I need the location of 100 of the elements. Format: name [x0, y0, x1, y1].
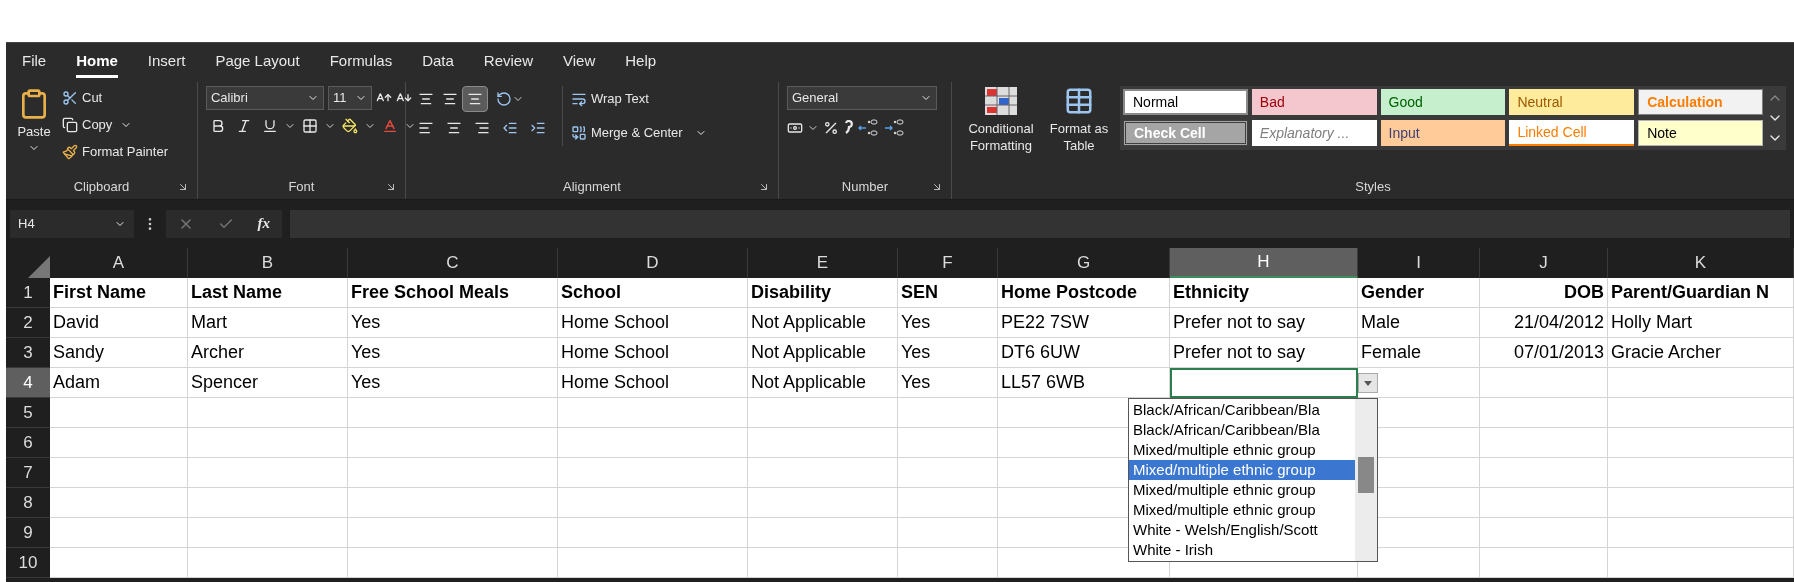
ribbon-tab[interactable]: File [22, 47, 47, 78]
align-right-icon[interactable] [473, 120, 490, 136]
table-cell: Adam [50, 368, 188, 398]
cell-style-tile[interactable]: Note [1638, 120, 1763, 146]
table-cell: Not Applicable [748, 368, 898, 398]
table-cell: Prefer not to say [1170, 308, 1358, 338]
wrap-text-button[interactable]: Wrap Text [570, 86, 707, 112]
column-header[interactable]: H [1170, 248, 1358, 278]
cell-style-tile[interactable]: Bad [1251, 89, 1377, 115]
merge-icon [570, 125, 587, 141]
table-cell: Last Name [188, 278, 348, 308]
table-cell: PE22 7SW [998, 308, 1170, 338]
ribbon-tab[interactable]: Review [483, 47, 533, 78]
paste-button[interactable]: Paste [14, 86, 54, 164]
name-box[interactable]: H4 [10, 209, 134, 238]
orientation-icon[interactable] [495, 91, 512, 107]
percent-icon[interactable] [822, 120, 839, 136]
increase-decimal-icon [856, 118, 879, 138]
group-label: Number [841, 178, 889, 197]
conditional-formatting-button[interactable]: Conditional Formatting [960, 86, 1042, 154]
merge-center-button[interactable]: Merge & Center [570, 120, 707, 146]
table-cell: Female [1358, 338, 1480, 368]
ribbon-tab[interactable]: Home [76, 47, 118, 78]
decrease-indent-icon[interactable] [501, 120, 518, 136]
dropdown-option[interactable]: Black/African/Caribbean/Bla [1129, 400, 1355, 420]
accounting-format-icon[interactable] [786, 120, 803, 136]
dropdown-arrow-button[interactable] [1358, 373, 1378, 393]
ribbon-tab[interactable]: View [563, 47, 596, 78]
row-header[interactable]: 4 [6, 368, 50, 398]
table-cell: Yes [348, 308, 558, 338]
fill-color-icon[interactable] [341, 118, 358, 134]
vertical-align-icon [441, 91, 458, 107]
insert-function-button[interactable]: fx [257, 212, 271, 235]
table-cell: Yes [898, 368, 998, 398]
table-cell: Yes [348, 368, 558, 398]
table-cell: Holly Mart [1608, 308, 1794, 338]
ribbon-tab[interactable]: Help [625, 47, 657, 78]
comma-style-icon[interactable] [842, 120, 853, 136]
dropdown-option[interactable]: Mixed/multiple ethnic group [1129, 460, 1355, 480]
copy-button[interactable]: Copy [62, 113, 168, 137]
table-cell: Home School [558, 368, 748, 398]
vertical-align-button[interactable] [461, 86, 488, 112]
table-cell: Spencer [188, 368, 348, 398]
cell-style-tile[interactable]: Input [1380, 120, 1506, 146]
increase-indent-icon[interactable] [529, 120, 546, 136]
cell-style-tile[interactable]: Explanatory ... [1251, 120, 1377, 146]
scissors-icon [62, 90, 78, 106]
table-cell: 07/01/2013 [1480, 338, 1608, 368]
align-center-icon[interactable] [445, 120, 462, 136]
table-cell: Home School [558, 308, 748, 338]
dropdown-option[interactable]: White - Welsh/English/Scott [1129, 520, 1355, 540]
table-cell: Male [1358, 308, 1480, 338]
vertical-align-icon [417, 91, 434, 107]
table-cell: Ethnicity [1170, 278, 1358, 308]
group-label: Styles [1355, 178, 1391, 197]
dropdown-option[interactable]: Mixed/multiple ethnic group [1129, 500, 1355, 520]
dropdown-option[interactable]: Black/African/Caribbean/Bla [1129, 420, 1355, 440]
dropdown-option[interactable]: White - Irish [1129, 540, 1355, 560]
table-cell: Gender [1358, 278, 1480, 308]
dropdown-option[interactable]: Mixed/multiple ethnic group [1129, 440, 1355, 460]
ribbon-tab[interactable]: Insert [147, 47, 186, 78]
format-painter-button[interactable]: Format Painter [62, 140, 168, 164]
table-cell: LL57 6WB [998, 368, 1170, 398]
cell-style-tile[interactable]: Good [1380, 89, 1506, 115]
table-cell: Home School [558, 338, 748, 368]
cell-style-tile[interactable]: Normal [1123, 89, 1248, 115]
table-cell: Prefer not to say [1170, 338, 1358, 368]
table-cell: David [50, 308, 188, 338]
font-size-dropdown[interactable]: 11 [327, 86, 372, 110]
select-all-corner-icon[interactable] [28, 256, 50, 278]
table-cell: First Name [50, 278, 188, 308]
ribbon-tab[interactable]: Page Layout [215, 47, 300, 78]
table-cell: SEN [898, 278, 998, 308]
table-cell: Gracie Archer [1608, 338, 1794, 368]
table-cell: Yes [898, 338, 998, 368]
cell-style-tile[interactable]: Neutral [1509, 89, 1635, 115]
paintbrush-icon [62, 144, 78, 160]
format-as-table-button[interactable]: Format as Table [1046, 86, 1112, 154]
table-cell: Mart [188, 308, 348, 338]
table-cell: Disability [748, 278, 898, 308]
table-cell: Not Applicable [748, 338, 898, 368]
borders-icon[interactable] [301, 118, 318, 134]
cut-button[interactable]: Cut [62, 86, 168, 110]
number-format-dropdown[interactable]: General [786, 86, 937, 110]
table-cell: School [558, 278, 748, 308]
underline-icon[interactable] [261, 118, 278, 134]
copy-icon [62, 117, 78, 133]
table-cell: 21/04/2012 [1480, 308, 1608, 338]
ribbon-tab[interactable]: Formulas [329, 47, 393, 78]
scrollbar-thumb[interactable] [1358, 457, 1374, 493]
ribbon-tab[interactable]: Data [422, 47, 454, 78]
decrease-decimal-icon [882, 118, 905, 138]
table-cell: Not Applicable [748, 308, 898, 338]
dialog-launcher-icon[interactable] [931, 181, 943, 193]
wrap-text-icon [570, 91, 587, 107]
table-highlight-icon [984, 86, 1018, 116]
align-left-icon[interactable] [417, 120, 434, 136]
font-name-dropdown[interactable]: Calibri [205, 86, 324, 110]
dropdown-option[interactable]: Mixed/multiple ethnic group [1129, 480, 1355, 500]
font-color-icon[interactable] [381, 118, 398, 134]
